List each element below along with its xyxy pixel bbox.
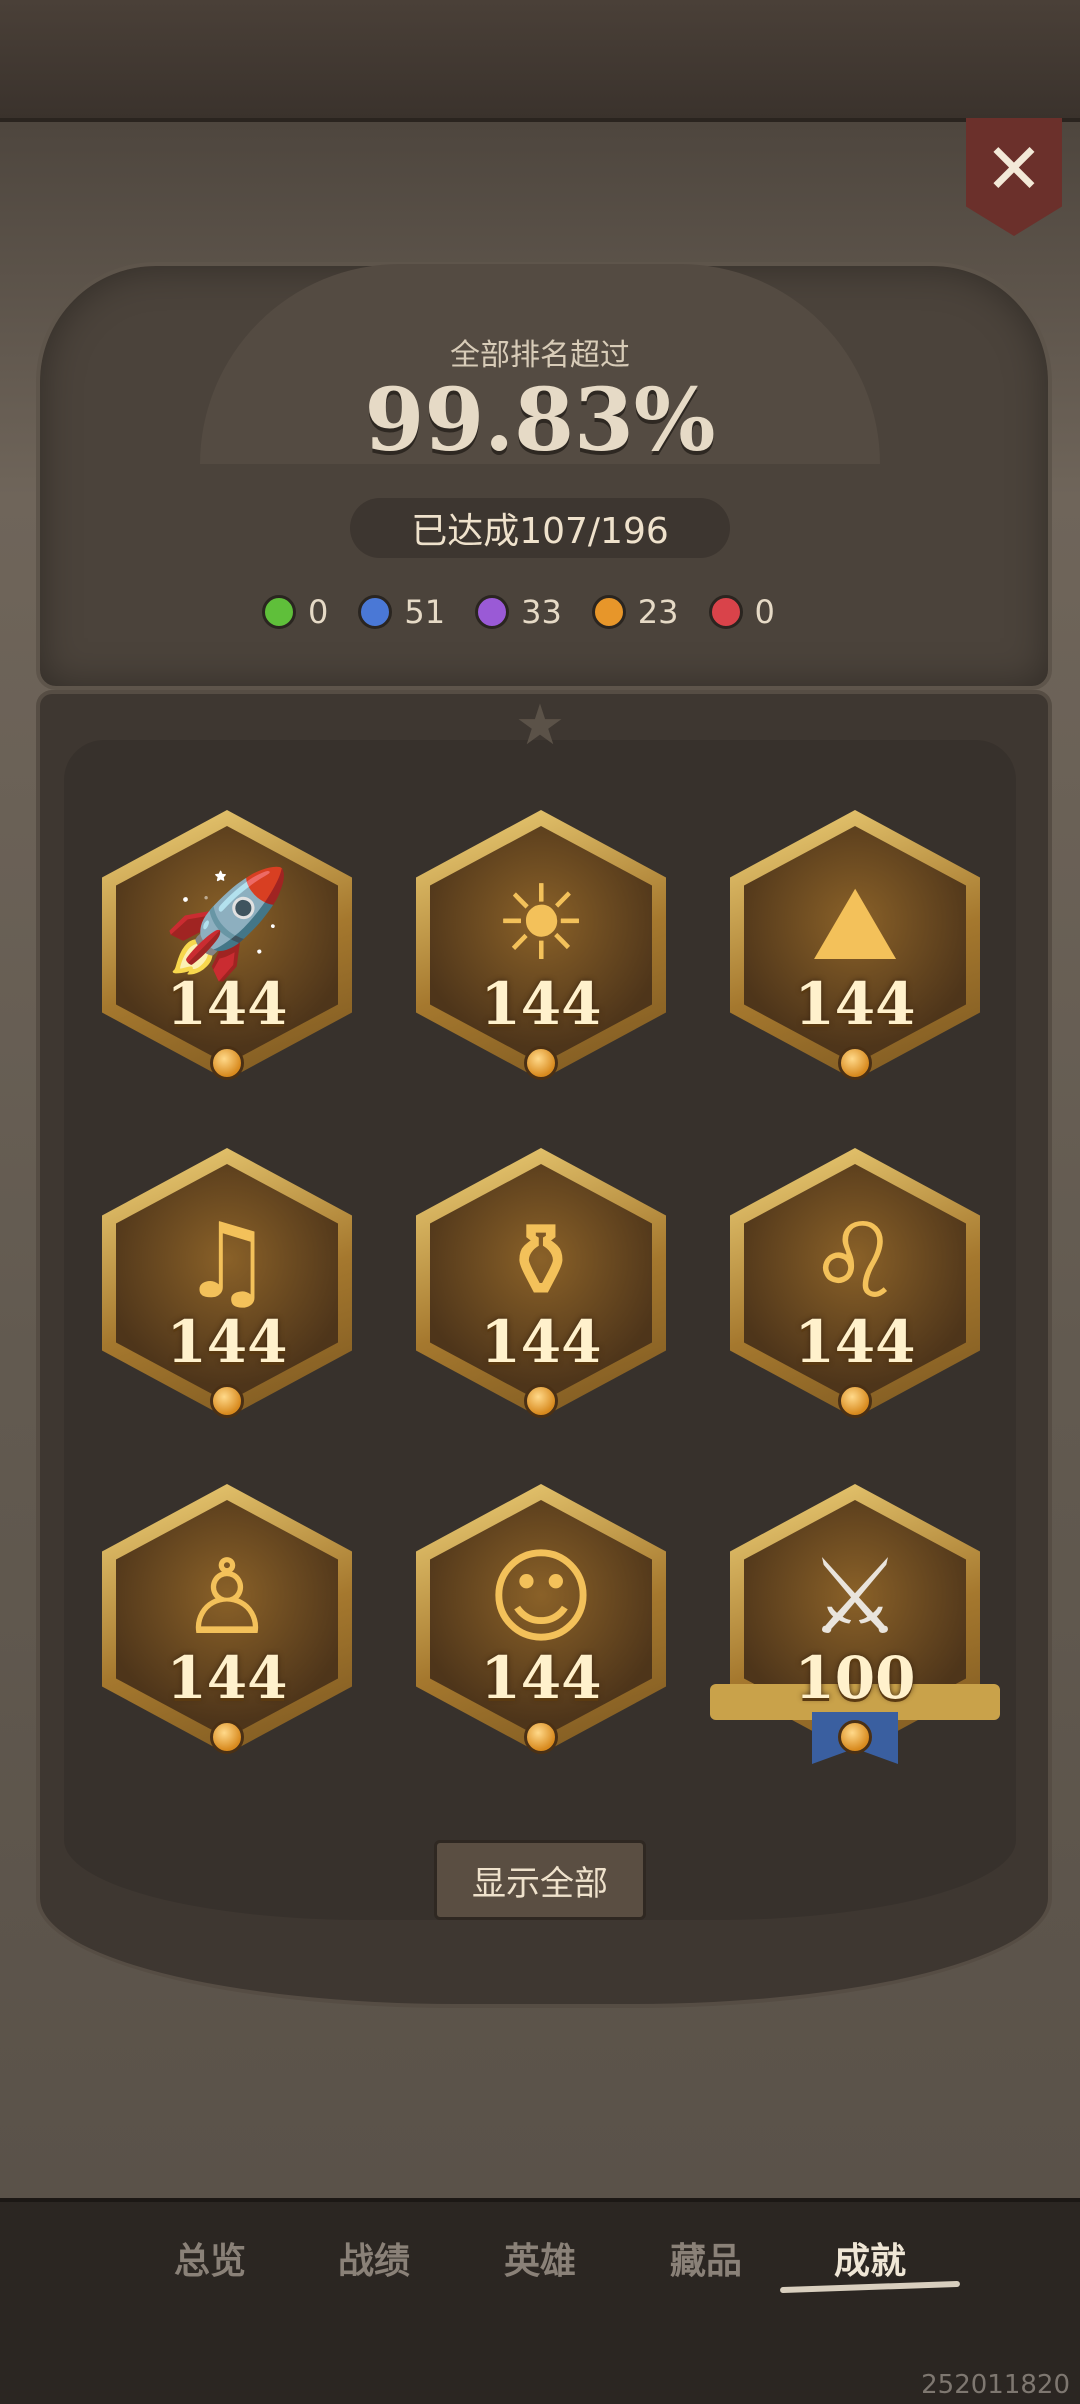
badge-pip: [210, 1046, 244, 1080]
close-icon: ✕: [984, 128, 1044, 210]
achieved-count: 已达成107/196: [350, 498, 730, 558]
badge-level: 144: [166, 1644, 288, 1712]
badge-level: 144: [794, 1308, 916, 1376]
tab-records[interactable]: 战绩: [304, 2232, 444, 2284]
tab-heroes[interactable]: 英雄: [470, 2232, 610, 2284]
badge-level: 144: [794, 970, 916, 1038]
rarity-count-value: 51: [404, 593, 446, 631]
show-all-button[interactable]: 显示全部: [434, 1840, 646, 1920]
badge-level: 144: [166, 1308, 288, 1376]
badge-pip: [210, 1384, 244, 1418]
achievement-badge[interactable]: ☀ 144: [416, 810, 666, 1080]
badge-pip: [210, 1720, 244, 1754]
rarity-count: 51: [358, 593, 445, 631]
achievement-badge[interactable]: ⛰ 144: [730, 810, 980, 1080]
badge-level: 144: [480, 1308, 602, 1376]
badge-pip: [838, 1046, 872, 1080]
purple-moon-icon: [475, 595, 510, 629]
achievement-badge[interactable]: ⚔ 100: [710, 1484, 1000, 1764]
rarity-count-value: 0: [308, 593, 329, 631]
rarity-count: 0: [708, 593, 775, 631]
music-record-icon: ♫: [180, 1200, 274, 1322]
rarity-count-value: 0: [754, 593, 775, 631]
rarity-count-value: 33: [521, 593, 562, 631]
achievement-badge[interactable]: ☺ 144: [416, 1484, 666, 1754]
lion-icon: ♌: [808, 1200, 902, 1322]
rank-label: 全部排名超过: [450, 338, 630, 373]
rocket-icon: 🚀: [162, 862, 292, 984]
star-icon: ★: [514, 693, 566, 758]
badge-level: 100: [794, 1644, 916, 1712]
orange-orb-icon: [591, 595, 626, 629]
achievement-badge[interactable]: 🚀 144: [102, 810, 352, 1080]
red-orb-icon: [708, 595, 743, 629]
blue-moon-icon: [358, 595, 393, 629]
badge-pip: [524, 1720, 558, 1754]
badge-level: 144: [166, 970, 288, 1038]
green-moon-icon: [262, 595, 296, 629]
tab-collection[interactable]: 藏品: [636, 2232, 776, 2284]
achievement-badge[interactable]: ⚱ 144: [416, 1148, 666, 1418]
mountain-icon: ⛰: [811, 862, 899, 984]
rarity-count: 23: [591, 593, 679, 631]
version-number: 252011820: [921, 2370, 1070, 2400]
badge-pip: [838, 1720, 872, 1754]
achievement-badge[interactable]: ♫ 144: [102, 1148, 352, 1418]
doll-icon: ♙: [180, 1536, 274, 1658]
rarity-count-value: 23: [637, 593, 679, 631]
crossed-swords-icon: ⚔: [808, 1536, 902, 1658]
tab-overview[interactable]: 总览: [140, 2232, 280, 2284]
gourd-icon: ⚱: [497, 1200, 585, 1322]
top-background: [0, 0, 1080, 120]
rarity-counts-row: 0 51 33 23 0: [262, 586, 822, 638]
girl-face-icon: ☺: [486, 1536, 596, 1658]
badge-level: 144: [480, 1644, 602, 1712]
rank-percentage: 99.83%: [364, 370, 716, 471]
tab-achievements[interactable]: 成就: [800, 2232, 940, 2284]
badge-pip: [524, 1046, 558, 1080]
rarity-count: 33: [475, 593, 562, 631]
badge-level: 144: [480, 970, 602, 1038]
badge-pip: [838, 1384, 872, 1418]
achievement-badge[interactable]: ♌ 144: [730, 1148, 980, 1418]
achievement-badge[interactable]: ♙ 144: [102, 1484, 352, 1754]
sun-girl-icon: ☀: [494, 862, 588, 984]
badge-pip: [524, 1384, 558, 1418]
rarity-count: 0: [262, 593, 328, 631]
